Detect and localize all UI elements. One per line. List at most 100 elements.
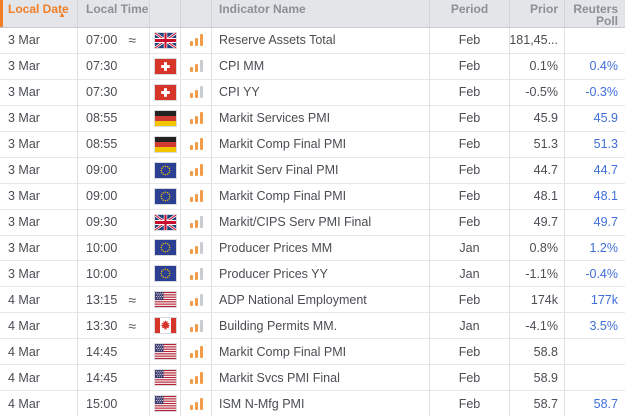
cell-importance	[181, 365, 212, 390]
time-value: 13:30	[86, 319, 117, 333]
cell-prior: 58.9	[510, 365, 565, 390]
cell-period: Feb	[430, 184, 510, 209]
cell-importance	[181, 391, 212, 416]
eu-flag-icon	[154, 239, 177, 256]
column-header-flag[interactable]	[150, 0, 181, 27]
cell-indicator-name: ADP National Employment	[212, 287, 430, 312]
cell-country-flag	[150, 28, 181, 53]
cell-country-flag	[150, 158, 181, 183]
table-row[interactable]: 3 Mar09:00Markit Serv Final PMIFeb44.744…	[0, 158, 625, 184]
table-row[interactable]: 4 Mar15:00ISM N-Mfg PMIFeb58.758.7	[0, 391, 625, 416]
table-row[interactable]: 3 Mar07:30CPI MMFeb0.1%0.4%	[0, 54, 625, 80]
cell-reuters-poll	[565, 339, 625, 364]
cell-prior: 49.7	[510, 210, 565, 235]
column-header-local-time[interactable]: Local Time	[78, 0, 150, 27]
cell-period: Feb	[430, 80, 510, 105]
table-row[interactable]: 4 Mar14:45Markit Svcs PMI FinalFeb58.9	[0, 365, 625, 391]
ch-flag-icon	[154, 84, 177, 101]
cell-importance	[181, 158, 212, 183]
ca-flag-icon	[154, 317, 177, 334]
cell-importance	[181, 287, 212, 312]
cell-importance	[181, 28, 212, 53]
importance-bars-icon	[190, 372, 203, 384]
table-row[interactable]: 3 Mar09:30Markit/CIPS Serv PMI FinalFeb4…	[0, 210, 625, 236]
cell-prior: 58.8	[510, 339, 565, 364]
column-header-indicator-name[interactable]: Indicator Name	[212, 0, 430, 27]
cell-reuters-poll: 45.9	[565, 106, 625, 131]
cell-country-flag	[150, 365, 181, 390]
column-header-period[interactable]: Period	[430, 0, 510, 27]
table-row[interactable]: 4 Mar14:45Markit Comp Final PMIFeb58.8	[0, 339, 625, 365]
column-header-prior[interactable]: Prior	[510, 0, 565, 27]
table-row[interactable]: 3 Mar07:00≈Reserve Assets TotalFeb181,45…	[0, 28, 625, 54]
time-value: 10:00	[86, 267, 117, 281]
cell-indicator-name: Reserve Assets Total	[212, 28, 430, 53]
cell-local-date: 3 Mar	[0, 261, 78, 286]
column-header-reuters-poll[interactable]: Reuters Poll	[565, 0, 625, 27]
ch-flag-icon	[154, 58, 177, 75]
approx-time-icon: ≈	[128, 32, 136, 48]
table-row[interactable]: 3 Mar09:00Markit Comp Final PMIFeb48.148…	[0, 184, 625, 210]
us-flag-icon	[154, 291, 177, 308]
importance-bars-icon	[190, 190, 203, 202]
importance-bars-icon	[190, 398, 203, 410]
table-row[interactable]: 3 Mar10:00Producer Prices MMJan0.8%1.2%	[0, 236, 625, 262]
cell-local-date: 3 Mar	[0, 236, 78, 261]
cell-local-time: 10:00	[78, 261, 150, 286]
time-value: 13:15	[86, 293, 117, 307]
time-value: 14:45	[86, 345, 117, 359]
cell-country-flag	[150, 54, 181, 79]
importance-bars-icon	[190, 294, 203, 306]
cell-prior: -1.1%	[510, 261, 565, 286]
importance-bars-icon	[190, 86, 203, 98]
cell-period: Feb	[430, 54, 510, 79]
cell-period: Feb	[430, 365, 510, 390]
table-row[interactable]: 4 Mar13:15≈ADP National EmploymentFeb174…	[0, 287, 625, 313]
cell-local-date: 3 Mar	[0, 158, 78, 183]
cell-indicator-name: Building Permits MM.	[212, 313, 430, 338]
importance-bars-icon	[190, 138, 203, 150]
cell-country-flag	[150, 236, 181, 261]
cell-period: Feb	[430, 132, 510, 157]
importance-bars-icon	[190, 34, 203, 46]
cell-country-flag	[150, 339, 181, 364]
column-header-importance[interactable]	[181, 0, 212, 27]
cell-local-time: 13:30≈	[78, 313, 150, 338]
cell-period: Feb	[430, 158, 510, 183]
cell-importance	[181, 80, 212, 105]
de-flag-icon	[154, 136, 177, 153]
cell-country-flag	[150, 313, 181, 338]
cell-prior: 0.8%	[510, 236, 565, 261]
cell-local-date: 3 Mar	[0, 54, 78, 79]
column-header-local-date[interactable]: Local Date▲	[0, 0, 78, 27]
importance-bars-icon	[190, 60, 203, 72]
table-row[interactable]: 3 Mar08:55Markit Services PMIFeb45.945.9	[0, 106, 625, 132]
table-row[interactable]: 3 Mar08:55Markit Comp Final PMIFeb51.351…	[0, 132, 625, 158]
cell-importance	[181, 339, 212, 364]
cell-local-time: 09:00	[78, 158, 150, 183]
cell-period: Jan	[430, 236, 510, 261]
cell-local-time: 10:00	[78, 236, 150, 261]
table-row[interactable]: 3 Mar07:30CPI YYFeb-0.5%-0.3%	[0, 80, 625, 106]
table-row[interactable]: 3 Mar10:00Producer Prices YYJan-1.1%-0.4…	[0, 261, 625, 287]
cell-prior: 174k	[510, 287, 565, 312]
cell-prior: 0.1%	[510, 54, 565, 79]
importance-bars-icon	[190, 268, 203, 280]
time-value: 09:00	[86, 163, 117, 177]
cell-prior: 58.7	[510, 391, 565, 416]
cell-reuters-poll: 177k	[565, 287, 625, 312]
cell-prior: 48.1	[510, 184, 565, 209]
cell-local-time: 08:55	[78, 132, 150, 157]
importance-bars-icon	[190, 320, 203, 332]
time-value: 07:00	[86, 33, 117, 47]
cell-local-time: 07:00 ≈	[78, 28, 150, 53]
cell-period: Feb	[430, 287, 510, 312]
cell-indicator-name: Producer Prices YY	[212, 261, 430, 286]
cell-prior: 44.7	[510, 158, 565, 183]
cell-local-time: 13:15≈	[78, 287, 150, 312]
cell-country-flag	[150, 210, 181, 235]
cell-country-flag	[150, 261, 181, 286]
cell-country-flag	[150, 80, 181, 105]
table-row[interactable]: 4 Mar13:30≈Building Permits MM.Jan-4.1%3…	[0, 313, 625, 339]
cell-importance	[181, 313, 212, 338]
